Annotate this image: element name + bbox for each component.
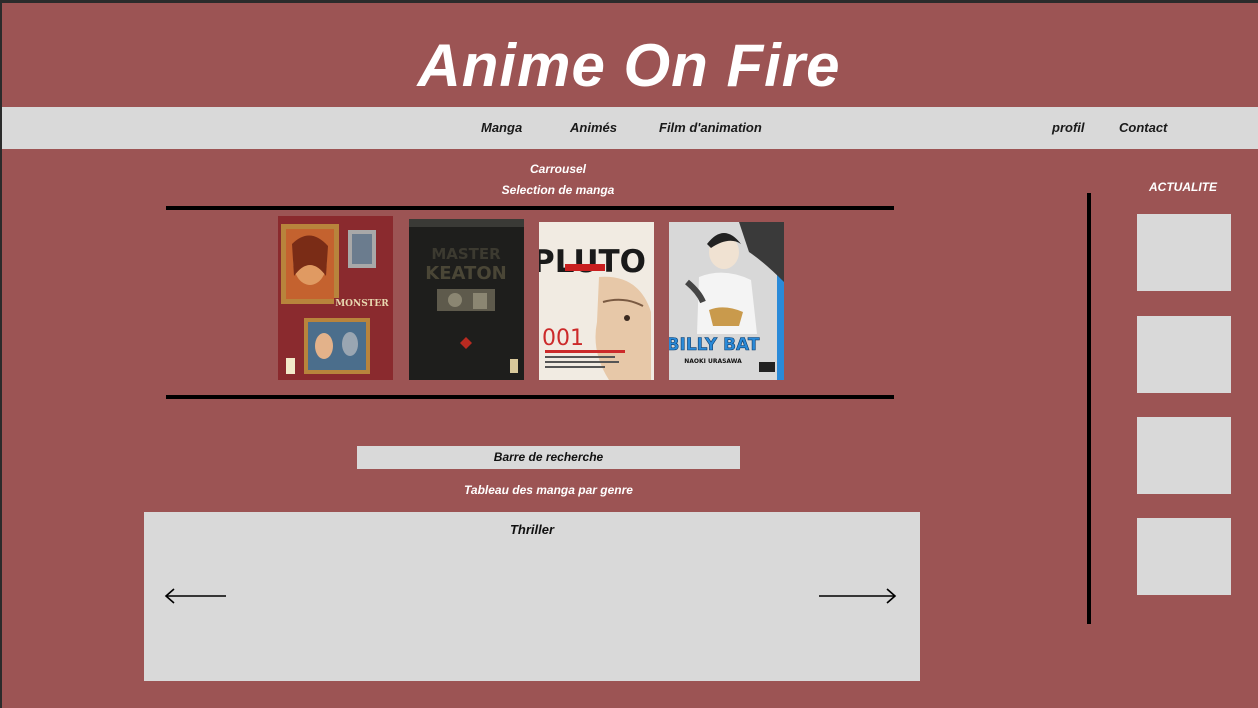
manga-cover-master-keaton[interactable]: MASTER KEATON [409,219,524,380]
nav-link-animes[interactable]: Animés [570,107,617,149]
search-input[interactable]: Barre de recherche [357,446,740,469]
svg-text:PLUTO: PLUTO [539,244,646,280]
carousel-bottom-divider [166,395,894,399]
news-item[interactable] [1137,417,1231,494]
genre-table-title: Tableau des manga par genre [464,483,633,497]
nav-link-profil[interactable]: profil [1052,107,1085,149]
svg-text:NAOKI URASAWA: NAOKI URASAWA [684,358,742,365]
manga-cover-billy-bat-art: BILLY BAT NAOKI URASAWA [669,222,784,380]
svg-text:KEATON: KEATON [425,263,506,284]
news-item[interactable] [1137,518,1231,595]
svg-text:001: 001 [542,326,584,351]
arrow-right-icon[interactable] [817,588,897,604]
navbar: Manga Animés Film d'animation profil Con… [2,107,1258,149]
manga-cover-monster-art: MONSTER [278,216,393,380]
nav-link-manga[interactable]: Manga [481,107,522,149]
manga-cover-billy-bat[interactable]: BILLY BAT NAOKI URASAWA [669,222,784,380]
site-title: Anime On Fire [417,32,841,99]
svg-text:BILLY BAT: BILLY BAT [669,335,760,355]
svg-text:MASTER: MASTER [431,245,501,263]
carousel-title: Carrousel [529,162,587,176]
news-item[interactable] [1137,316,1231,393]
news-title: ACTUALITE [1149,180,1217,194]
carousel-top-divider [166,206,894,210]
nav-link-contact[interactable]: Contact [1119,107,1167,149]
manga-cover-master-keaton-art: MASTER KEATON [409,219,524,380]
manga-cover-monster[interactable]: MONSTER [278,216,393,380]
carousel-subtitle: Selection de manga [501,183,615,197]
svg-text:MONSTER: MONSTER [335,299,389,309]
nav-link-films[interactable]: Film d'animation [659,107,762,149]
window-top-border [0,0,1258,3]
genre-table: Thriller [144,512,920,681]
news-item[interactable] [1137,214,1231,291]
manga-cover-pluto[interactable]: PLUTO 001 [539,222,654,380]
sidebar-divider [1087,193,1091,624]
genre-name: Thriller [509,522,555,537]
arrow-left-icon[interactable] [164,588,228,604]
manga-cover-pluto-art: PLUTO 001 [539,222,654,380]
